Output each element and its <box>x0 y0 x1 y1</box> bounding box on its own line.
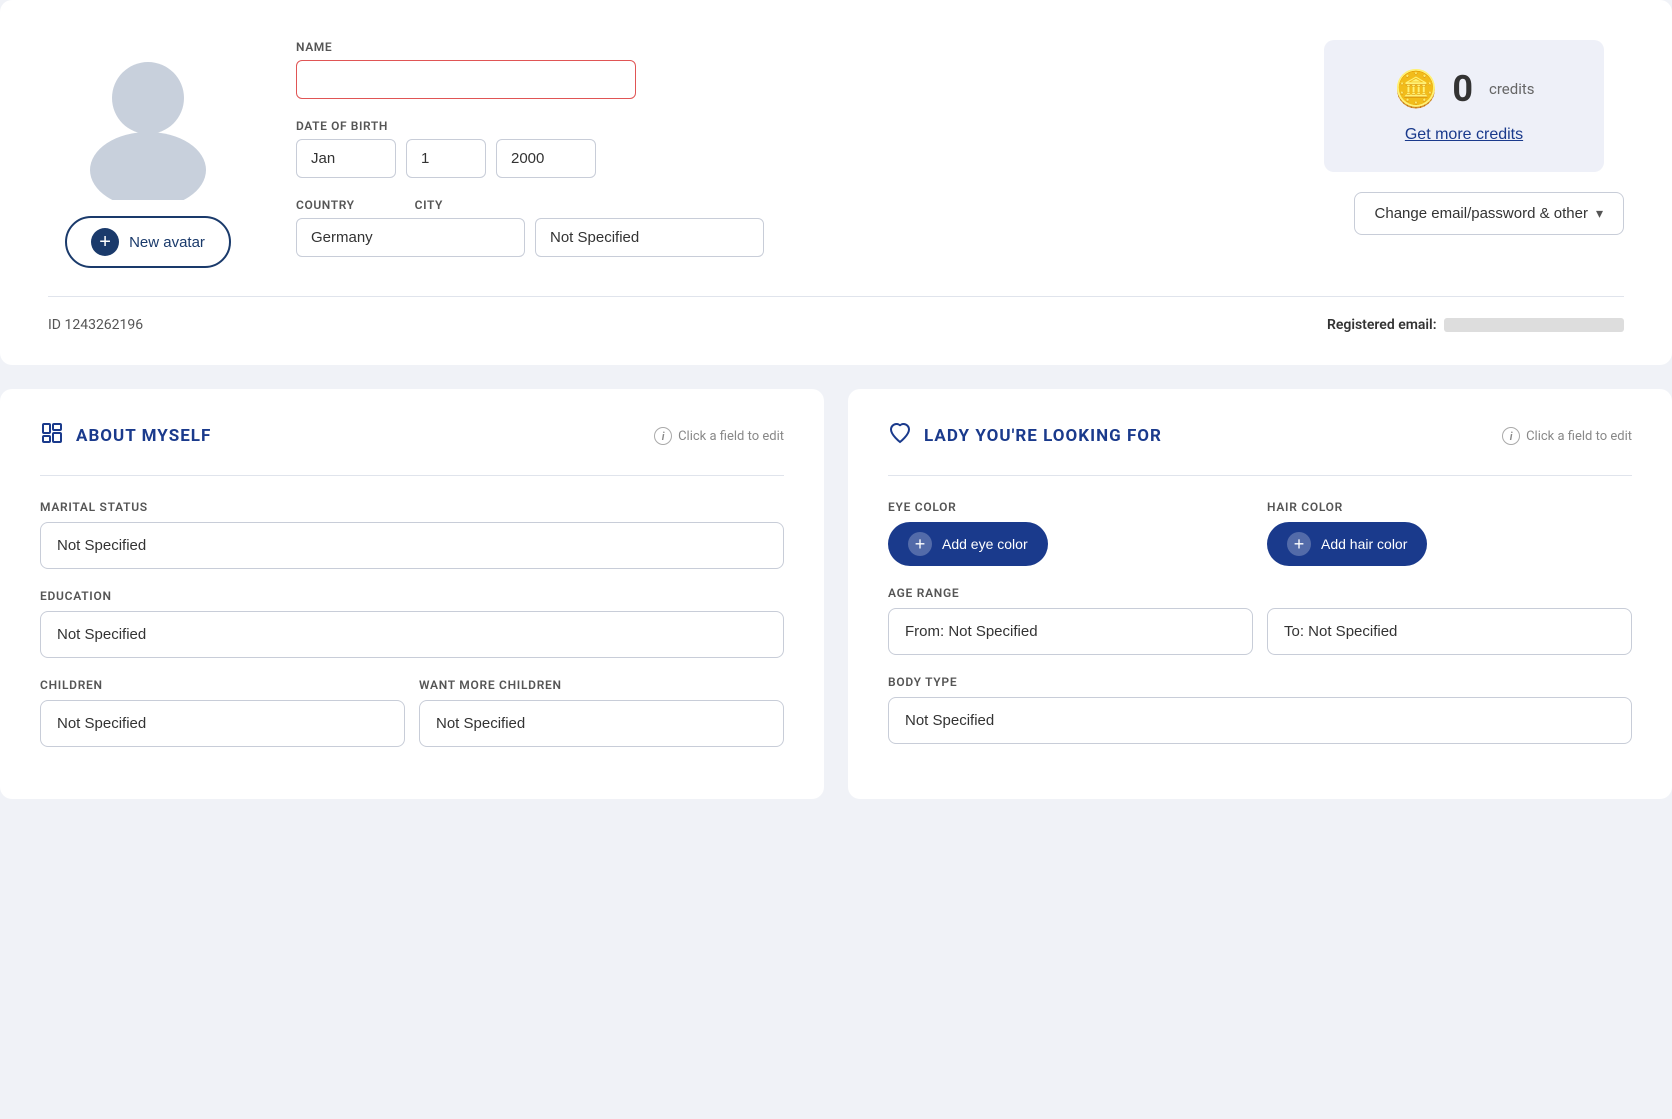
marital-status-section: MARITAL STATUS <box>40 500 784 569</box>
credits-label: credits <box>1489 80 1535 98</box>
page-wrapper: + New avatar NAME DATE OF BIRTH <box>0 0 1672 799</box>
hair-color-label: HAIR COLOR <box>1267 500 1632 514</box>
age-to-input[interactable] <box>1267 608 1632 655</box>
marital-status-label: MARITAL STATUS <box>40 500 784 514</box>
marital-status-input[interactable] <box>40 522 784 569</box>
add-hair-plus-icon: + <box>1287 532 1311 556</box>
change-email-label: Change email/password & other <box>1375 205 1588 222</box>
looking-panel: LADY YOU'RE LOOKING FOR i Click a field … <box>848 389 1672 799</box>
add-eye-plus-icon: + <box>908 532 932 556</box>
color-row: EYE COLOR + Add eye color HAIR COLOR + A… <box>888 500 1632 586</box>
chevron-down-icon: ▾ <box>1596 205 1603 222</box>
dob-day-input[interactable] <box>406 139 486 178</box>
age-range-label: AGE RANGE <box>888 586 1632 600</box>
plus-icon: + <box>91 228 119 256</box>
about-click-hint: i Click a field to edit <box>654 427 784 445</box>
want-more-children-section: WANT MORE CHILDREN <box>419 678 784 747</box>
user-id: ID 1243262196 <box>48 317 143 333</box>
age-range-row <box>888 608 1632 655</box>
looking-click-hint-text: Click a field to edit <box>1526 429 1632 444</box>
about-info-icon: i <box>654 427 672 445</box>
name-label: NAME <box>296 40 1276 54</box>
add-eye-color-label: Add eye color <box>942 536 1028 552</box>
about-click-hint-text: Click a field to edit <box>678 429 784 444</box>
want-more-children-input[interactable] <box>419 700 784 747</box>
looking-panel-header: LADY YOU'RE LOOKING FOR i Click a field … <box>888 421 1632 451</box>
education-label: EDUCATION <box>40 589 784 603</box>
looking-title: LADY YOU'RE LOOKING FOR <box>924 426 1162 446</box>
dob-row <box>296 139 1276 178</box>
education-input[interactable] <box>40 611 784 658</box>
dob-field-group: DATE OF BIRTH <box>296 119 1276 178</box>
name-field-group: NAME <box>296 40 1276 99</box>
children-section: CHILDREN <box>40 678 405 747</box>
want-more-children-label: WANT MORE CHILDREN <box>419 678 784 692</box>
location-row <box>296 218 1276 257</box>
name-input[interactable] <box>296 60 636 99</box>
country-input[interactable] <box>296 218 525 257</box>
hair-color-btn-row: + Add hair color <box>1267 522 1632 566</box>
change-email-button[interactable]: Change email/password & other ▾ <box>1354 192 1624 235</box>
location-field-group: COUNTRY CITY <box>296 198 1276 257</box>
profile-card: + New avatar NAME DATE OF BIRTH <box>0 0 1672 365</box>
children-input[interactable] <box>40 700 405 747</box>
about-title: ABOUT MYSELF <box>76 426 211 446</box>
looking-icon <box>888 421 912 451</box>
city-input[interactable] <box>535 218 764 257</box>
about-divider <box>40 475 784 476</box>
credits-count: 0 <box>1452 68 1473 110</box>
bottom-section: ABOUT MYSELF i Click a field to edit MAR… <box>0 389 1672 799</box>
registered-email: Registered email: <box>1327 317 1624 333</box>
eye-color-section: EYE COLOR + Add eye color <box>888 500 1253 566</box>
add-hair-color-button[interactable]: + Add hair color <box>1267 522 1427 566</box>
about-icon <box>40 421 64 451</box>
dob-year-input[interactable] <box>496 139 596 178</box>
add-eye-color-button[interactable]: + Add eye color <box>888 522 1048 566</box>
dob-month-input[interactable] <box>296 139 396 178</box>
dob-label: DATE OF BIRTH <box>296 119 1276 133</box>
profile-fields: NAME DATE OF BIRTH COUNTRY CITY <box>296 40 1276 257</box>
about-title-row: ABOUT MYSELF <box>40 421 211 451</box>
children-label: CHILDREN <box>40 678 405 692</box>
country-label: COUNTRY <box>296 198 355 212</box>
coins-icon: 🪙 <box>1394 68 1439 110</box>
profile-bottom-row: ID 1243262196 Registered email: <box>48 296 1624 333</box>
eye-color-btn-row: + Add eye color <box>888 522 1253 566</box>
education-section: EDUCATION <box>40 589 784 658</box>
add-hair-color-label: Add hair color <box>1321 536 1407 552</box>
city-label: CITY <box>415 198 443 212</box>
registered-email-label: Registered email: <box>1327 317 1437 333</box>
age-from-input[interactable] <box>888 608 1253 655</box>
right-side: 🪙 0 credits Get more credits Change emai… <box>1324 40 1624 235</box>
get-more-credits-button[interactable]: Get more credits <box>1405 126 1523 144</box>
about-panel-header: ABOUT MYSELF i Click a field to edit <box>40 421 784 451</box>
eye-color-label: EYE COLOR <box>888 500 1253 514</box>
hair-color-section: HAIR COLOR + Add hair color <box>1267 500 1632 566</box>
avatar-section: + New avatar <box>48 40 248 268</box>
looking-title-row: LADY YOU'RE LOOKING FOR <box>888 421 1162 451</box>
children-row: CHILDREN WANT MORE CHILDREN <box>40 678 784 767</box>
looking-info-icon: i <box>1502 427 1520 445</box>
age-range-section: AGE RANGE <box>888 586 1632 655</box>
avatar-placeholder <box>68 40 228 200</box>
body-type-section: BODY TYPE <box>888 675 1632 744</box>
credits-box: 🪙 0 credits Get more credits <box>1324 40 1604 172</box>
about-panel: ABOUT MYSELF i Click a field to edit MAR… <box>0 389 824 799</box>
body-type-input[interactable] <box>888 697 1632 744</box>
email-value-blur <box>1444 318 1624 332</box>
looking-click-hint: i Click a field to edit <box>1502 427 1632 445</box>
profile-top: + New avatar NAME DATE OF BIRTH <box>48 40 1624 268</box>
new-avatar-label: New avatar <box>129 234 205 251</box>
new-avatar-button[interactable]: + New avatar <box>65 216 231 268</box>
looking-divider <box>888 475 1632 476</box>
body-type-label: BODY TYPE <box>888 675 1632 689</box>
credits-row: 🪙 0 credits <box>1394 68 1535 110</box>
avatar-image-svg <box>68 40 228 200</box>
